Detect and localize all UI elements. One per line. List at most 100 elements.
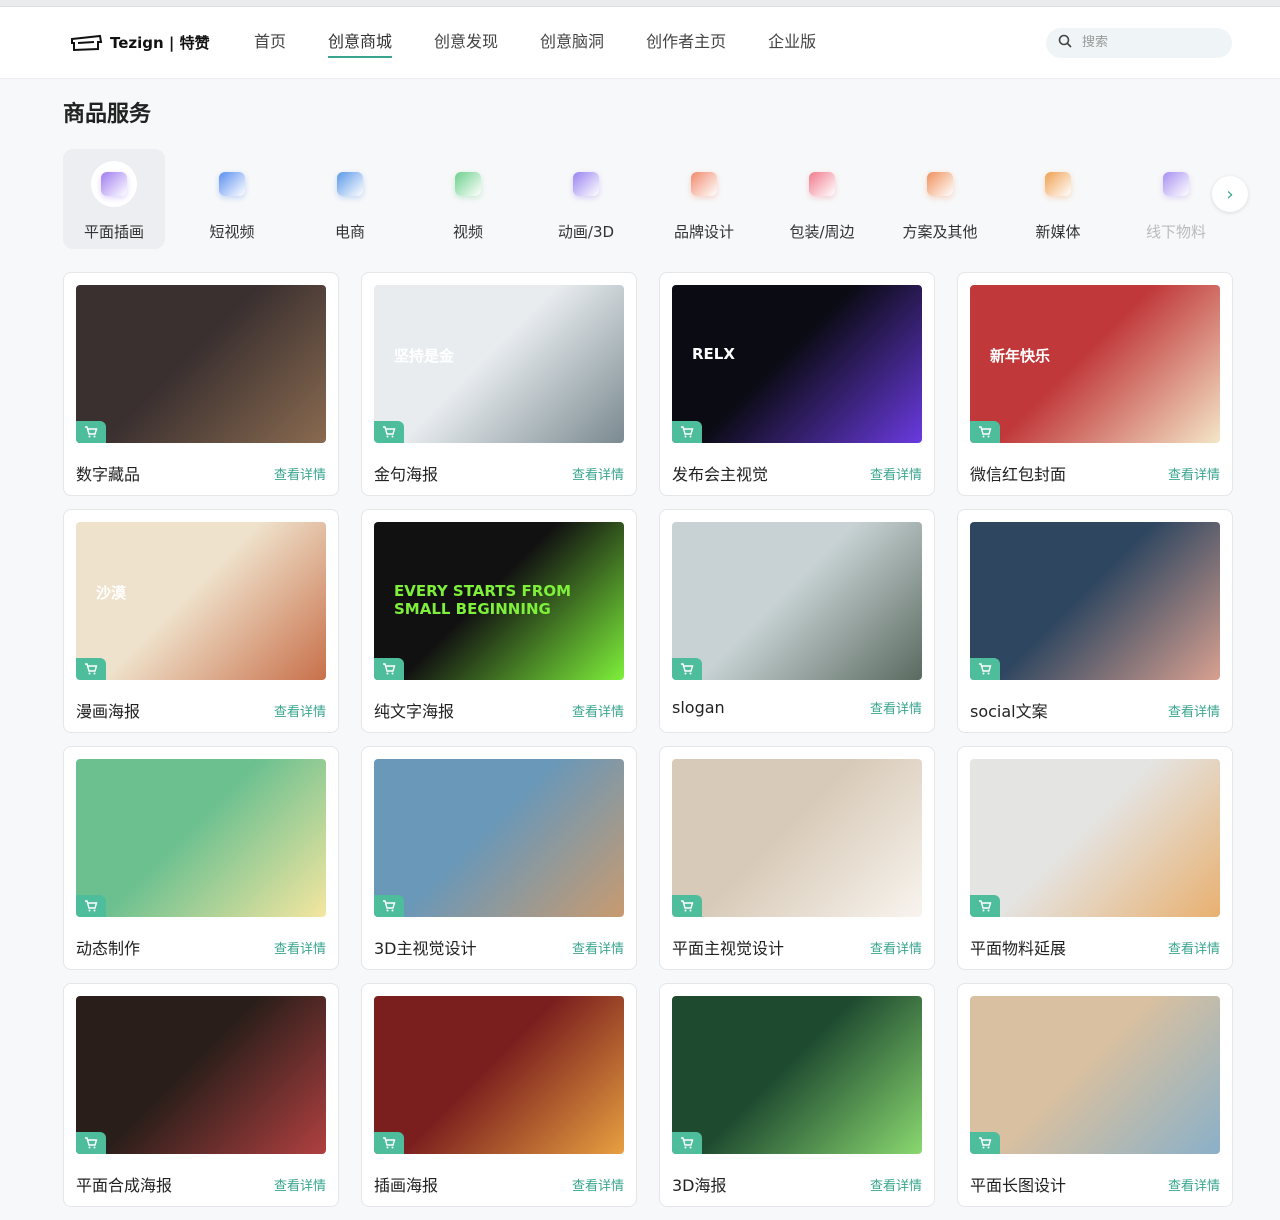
view-details-link[interactable]: 查看详情 [274, 938, 326, 957]
card-title: 平面主视觉设计 [672, 939, 785, 958]
card-title: 漫画海报 [76, 702, 141, 721]
category-label: 短视频 [209, 223, 255, 241]
product-thumbnail[interactable]: EVERY STARTS FROM SMALL BEGINNING [374, 522, 624, 680]
view-details-link[interactable]: 查看详情 [870, 938, 922, 957]
nav-item[interactable]: 创意脑洞 [540, 28, 604, 58]
category-label: 电商 [334, 223, 365, 241]
product-card[interactable]: EVERY STARTS FROM SMALL BEGINNING 纯文字海报 查看… [361, 509, 637, 733]
cart-icon[interactable] [970, 658, 1000, 680]
category-next-button[interactable]: › [1212, 176, 1248, 212]
nav-item[interactable]: 企业版 [768, 28, 816, 58]
cart-icon[interactable] [374, 1132, 404, 1154]
product-thumbnail[interactable] [76, 996, 326, 1154]
cart-icon[interactable] [76, 421, 106, 443]
brand-logo[interactable]: Tezign | 特赞 [70, 32, 254, 53]
view-details-link[interactable]: 查看详情 [870, 1175, 922, 1194]
product-card[interactable]: social文案 查看详情 [957, 509, 1233, 733]
product-grid: 数字藏品 查看详情 坚持是金 金句海报 查看详情 RELX 发布会主视觉 查看详情 新年快乐 微信… [63, 272, 1233, 1207]
product-thumbnail[interactable] [374, 996, 624, 1154]
category-item[interactable]: 电商 [299, 149, 401, 249]
view-details-link[interactable]: 查看详情 [1168, 464, 1220, 483]
view-details-link[interactable]: 查看详情 [1168, 701, 1220, 720]
product-thumbnail[interactable]: 沙漠 [76, 522, 326, 680]
category-item[interactable]: 方案及其他 [889, 149, 991, 249]
category-item[interactable]: 平面插画 [63, 149, 165, 249]
cart-icon[interactable] [76, 1132, 106, 1154]
cart-icon[interactable] [672, 421, 702, 443]
category-label: 方案及其他 [902, 223, 978, 241]
product-card[interactable]: 动态制作 查看详情 [63, 746, 339, 970]
product-card[interactable]: 平面物料延展 查看详情 [957, 746, 1233, 970]
thumbnail-text: 沙漠 [96, 584, 127, 602]
view-details-link[interactable]: 查看详情 [1168, 938, 1220, 957]
category-item[interactable]: 视频 [417, 149, 519, 249]
card-title: 数字藏品 [76, 465, 141, 484]
nav-item[interactable]: 创作者主页 [646, 28, 726, 58]
product-card[interactable]: 插画海报 查看详情 [361, 983, 637, 1207]
product-thumbnail[interactable] [374, 759, 624, 917]
package-icon [799, 161, 845, 207]
view-details-link[interactable]: 查看详情 [870, 698, 922, 717]
product-card[interactable]: slogan 查看详情 [659, 509, 935, 733]
product-card[interactable]: 3D主视觉设计 查看详情 [361, 746, 637, 970]
search-box[interactable] [1046, 27, 1232, 58]
product-thumbnail[interactable] [672, 996, 922, 1154]
product-thumbnail[interactable] [672, 759, 922, 917]
cart-icon[interactable] [374, 421, 404, 443]
product-thumbnail[interactable] [76, 759, 326, 917]
nav-item[interactable]: 首页 [254, 28, 286, 58]
cart-icon[interactable] [374, 658, 404, 680]
search-icon [1058, 33, 1072, 52]
cart-icon[interactable] [76, 658, 106, 680]
category-item[interactable]: 新媒体 [1007, 149, 1109, 249]
product-thumbnail[interactable] [76, 285, 326, 443]
category-label: 动画/3D [557, 223, 615, 241]
cart-icon[interactable] [672, 895, 702, 917]
product-card[interactable]: 新年快乐微信红包封面 查看详情 [957, 272, 1233, 496]
view-details-link[interactable]: 查看详情 [572, 464, 624, 483]
view-details-link[interactable]: 查看详情 [870, 464, 922, 483]
product-thumbnail[interactable] [672, 522, 922, 680]
search-input[interactable] [1082, 35, 1202, 50]
category-item[interactable]: 品牌设计 [653, 149, 755, 249]
view-details-link[interactable]: 查看详情 [274, 701, 326, 720]
view-details-link[interactable]: 查看详情 [572, 938, 624, 957]
view-details-link[interactable]: 查看详情 [572, 701, 624, 720]
product-card[interactable]: 数字藏品 查看详情 [63, 272, 339, 496]
product-card[interactable]: 坚持是金 金句海报 查看详情 [361, 272, 637, 496]
tezign-logo-icon [70, 33, 104, 53]
view-details-link[interactable]: 查看详情 [572, 1175, 624, 1194]
product-thumbnail[interactable]: 坚持是金 [374, 285, 624, 443]
category-item[interactable]: 包装/周边 [771, 149, 873, 249]
cart-icon[interactable] [374, 895, 404, 917]
chevron-right-icon: › [1226, 183, 1234, 205]
nav-item[interactable]: 创意商城 [328, 28, 393, 58]
view-details-link[interactable]: 查看详情 [274, 1175, 326, 1194]
cart-icon[interactable] [672, 658, 702, 680]
cart-icon[interactable] [970, 895, 1000, 917]
product-thumbnail[interactable]: 新年快乐 [970, 285, 1220, 443]
category-item[interactable]: 动画/3D [535, 149, 637, 249]
category-item[interactable]: 短视频 [181, 149, 283, 249]
cart-icon[interactable] [76, 895, 106, 917]
card-title: 平面合成海报 [76, 1176, 173, 1195]
view-details-link[interactable]: 查看详情 [274, 464, 326, 483]
product-thumbnail[interactable] [970, 522, 1220, 680]
product-thumbnail[interactable]: RELX [672, 285, 922, 443]
cart-icon[interactable] [970, 1132, 1000, 1154]
category-item[interactable]: 线下物料 [1125, 149, 1227, 249]
cart-icon[interactable] [970, 421, 1000, 443]
view-details-link[interactable]: 查看详情 [1168, 1175, 1220, 1194]
card-title: 微信红包封面 [970, 465, 1067, 484]
product-thumbnail[interactable] [970, 759, 1220, 917]
product-thumbnail[interactable] [970, 996, 1220, 1154]
product-card[interactable]: 平面合成海报 查看详情 [63, 983, 339, 1207]
product-card[interactable]: 平面主视觉设计 查看详情 [659, 746, 935, 970]
product-card[interactable]: 3D海报 查看详情 [659, 983, 935, 1207]
cart-icon[interactable] [672, 1132, 702, 1154]
product-card[interactable]: 平面长图设计 查看详情 [957, 983, 1233, 1207]
product-card[interactable]: RELX 发布会主视觉 查看详情 [659, 272, 935, 496]
product-card[interactable]: 沙漠漫画海报 查看详情 [63, 509, 339, 733]
nav-item[interactable]: 创意发现 [434, 28, 498, 58]
thumbnail-text: 坚持是金 [394, 347, 455, 365]
